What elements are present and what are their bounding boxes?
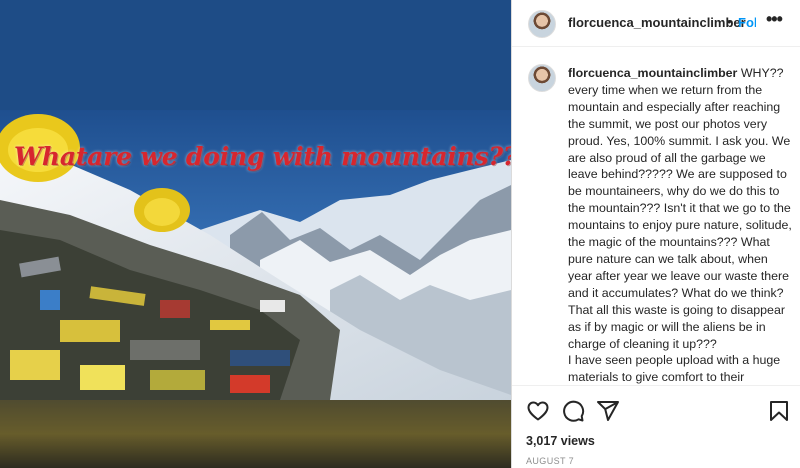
caption-area[interactable]: florcuenca_mountainclimber WHY?? every t… [512,48,800,385]
follow-button[interactable]: Follow [738,15,756,30]
post-header: florcuenca_mountainclimber • Follow ••• [512,0,800,47]
post-side-panel: florcuenca_mountainclimber • Follow ••• … [511,0,800,468]
paper-plane-icon[interactable] [596,399,620,423]
media-overlay-text: Whatare we doing with mountains?? [14,142,511,171]
author-avatar[interactable] [528,10,556,38]
caption-text: florcuenca_mountainclimber WHY?? every t… [568,65,793,385]
views-count[interactable]: 3,017 views [526,434,595,448]
more-options-icon[interactable]: ••• [766,9,783,30]
header-separator: • [727,14,732,29]
caption-avatar[interactable] [528,64,556,92]
post-date[interactable]: AUGUST 7 [526,456,574,466]
bookmark-icon[interactable] [767,399,791,423]
heart-icon[interactable] [526,399,550,423]
author-username[interactable]: florcuenca_mountainclimber [568,15,746,30]
actions-bar: 3,017 views AUGUST 7 [512,385,800,468]
caption-body: WHY?? every time when we return from the… [568,66,792,385]
comment-icon[interactable] [561,399,585,423]
caption-username[interactable]: florcuenca_mountainclimber [568,66,737,80]
post-media[interactable]: Whatare we doing with mountains?? [0,0,511,468]
mountain-photo [0,0,511,468]
